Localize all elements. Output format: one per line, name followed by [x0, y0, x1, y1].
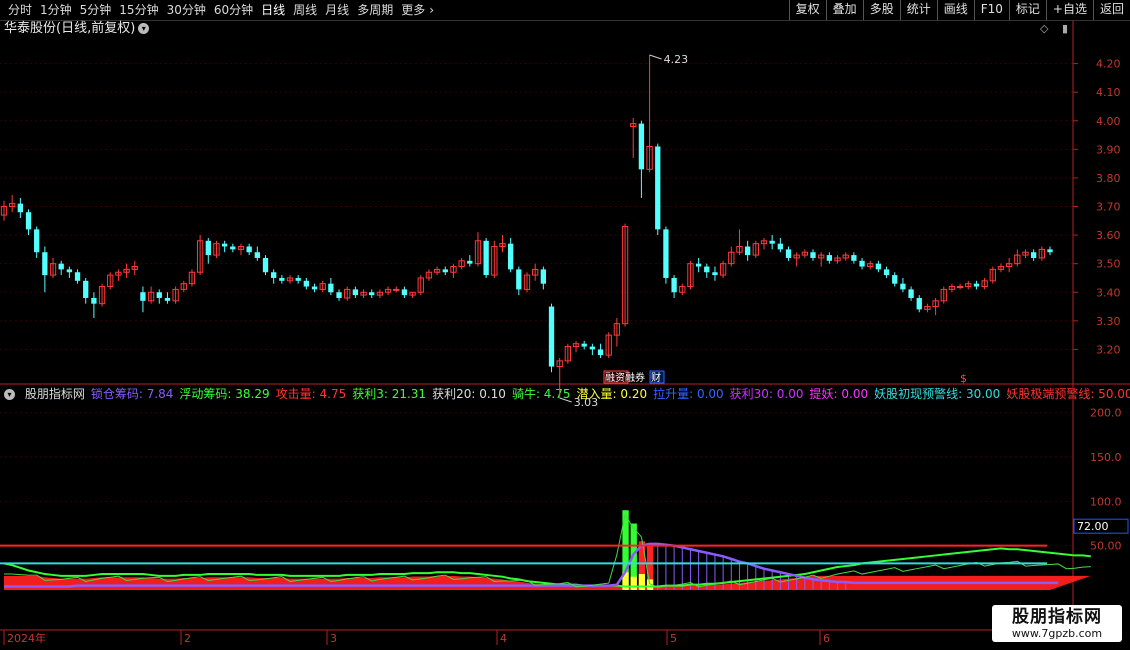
time-tick-label: 2 — [184, 632, 191, 645]
candle-body — [859, 260, 865, 267]
inflow-bar — [638, 574, 646, 590]
indicator-tick-label: 50.00 — [1090, 540, 1122, 553]
candle-body — [401, 289, 408, 296]
candle-body — [1031, 252, 1037, 258]
candle-body — [956, 286, 964, 289]
candle-body — [1047, 249, 1053, 253]
price-tick-label: 3.40 — [1096, 286, 1121, 299]
marker-rongzi: 融资融券 — [605, 371, 645, 384]
chart-canvas[interactable]: 4.20 4.10 4.00 3.90 3.80 3.70 3.60 3.50 3.40 3.30… — [0, 0, 1130, 650]
candle-body — [851, 255, 857, 261]
candle-body — [25, 212, 32, 230]
candle-body — [712, 272, 718, 276]
price-tick-label: 3.80 — [1096, 172, 1121, 185]
time-tick-label: 2024年 — [7, 631, 46, 645]
inflow-bar — [630, 576, 637, 590]
indicator-tick-label: 150.0 — [1090, 451, 1122, 464]
candle-body — [205, 240, 211, 256]
watermark-title: 股朋指标网 — [1012, 607, 1102, 627]
candle-body — [442, 269, 448, 273]
candle-body — [328, 283, 334, 293]
candle-body — [303, 280, 310, 287]
price-tick-label: 3.90 — [1096, 143, 1121, 156]
candle-body — [663, 229, 669, 278]
indicator-tick-label: 100.0 — [1090, 495, 1122, 508]
candle-body — [973, 283, 980, 287]
candle-body — [908, 289, 914, 298]
price-tick-label: 3.60 — [1096, 229, 1121, 242]
candle-body — [671, 277, 677, 293]
candle-body — [785, 249, 792, 258]
price-tick-label: 3.30 — [1096, 315, 1121, 328]
candle-body — [156, 292, 162, 298]
candle-body — [17, 203, 23, 213]
candle-body — [91, 297, 97, 304]
candle-body — [581, 343, 587, 347]
price-tick-label: 4.20 — [1096, 58, 1121, 71]
candle-body — [271, 272, 277, 278]
low-pointer — [559, 397, 572, 403]
candle-body — [311, 286, 318, 290]
candle-body — [638, 123, 645, 170]
price-tick-label: 3.20 — [1096, 343, 1121, 356]
candle-body — [262, 257, 269, 273]
candle-body — [900, 283, 906, 290]
price-tick-label: 4.10 — [1096, 86, 1121, 99]
candle-body — [483, 240, 489, 276]
candle-body — [589, 346, 596, 350]
marker-cai: 财 — [651, 371, 661, 384]
candle-body — [875, 263, 882, 270]
current-value-label: 72.00 — [1077, 520, 1109, 533]
candle-body — [467, 260, 473, 264]
candle-body — [140, 292, 146, 301]
candle-body — [540, 269, 546, 284]
candle-body — [42, 252, 48, 276]
candle-body — [916, 297, 922, 310]
high-label: 4.23 — [664, 53, 689, 66]
time-tick-label: 6 — [823, 632, 830, 645]
candle-body — [393, 288, 400, 291]
marker-dollar: $ — [960, 372, 967, 385]
candle-body — [279, 277, 285, 281]
candle-body — [826, 255, 833, 261]
candle-body — [769, 240, 775, 244]
candle-body — [58, 263, 64, 270]
candle-body — [695, 263, 702, 267]
watermark-url: www.7gpzb.com — [1011, 627, 1103, 640]
time-tick-label: 4 — [500, 632, 507, 645]
candle-body — [777, 243, 783, 250]
candle-body — [66, 269, 73, 273]
price-tick-label: 3.50 — [1096, 258, 1121, 271]
indicator-tick-label: 200.0 — [1090, 407, 1122, 420]
candle-body — [246, 246, 252, 253]
candle-body — [516, 269, 522, 290]
candle-body — [883, 269, 890, 276]
candle-body — [336, 292, 342, 298]
candle-body — [892, 275, 898, 284]
price-tick-label: 4.00 — [1096, 115, 1121, 128]
time-tick-label: 3 — [330, 632, 337, 645]
candle-body — [254, 252, 260, 258]
candle-body — [164, 297, 171, 301]
candle-body — [508, 243, 514, 270]
candle-body — [34, 229, 40, 253]
candle-body — [597, 349, 604, 356]
time-tick-label: 5 — [670, 632, 677, 645]
candle-body — [221, 243, 228, 247]
candle-body — [704, 266, 710, 273]
candle-body — [83, 280, 89, 298]
candle-body — [548, 306, 555, 367]
candle-body — [744, 246, 751, 256]
low-label: 3.03 — [574, 396, 599, 409]
candle-body — [810, 252, 816, 258]
candle-body — [295, 277, 301, 281]
candle-body — [230, 246, 236, 250]
candle-body — [369, 292, 375, 296]
candle-body — [655, 146, 661, 230]
watermark: 股朋指标网 www.7gpzb.com — [992, 605, 1122, 642]
candle-body — [74, 272, 81, 281]
price-tick-label: 3.70 — [1096, 201, 1121, 214]
candle-body — [352, 289, 359, 296]
high-pointer — [649, 54, 662, 60]
